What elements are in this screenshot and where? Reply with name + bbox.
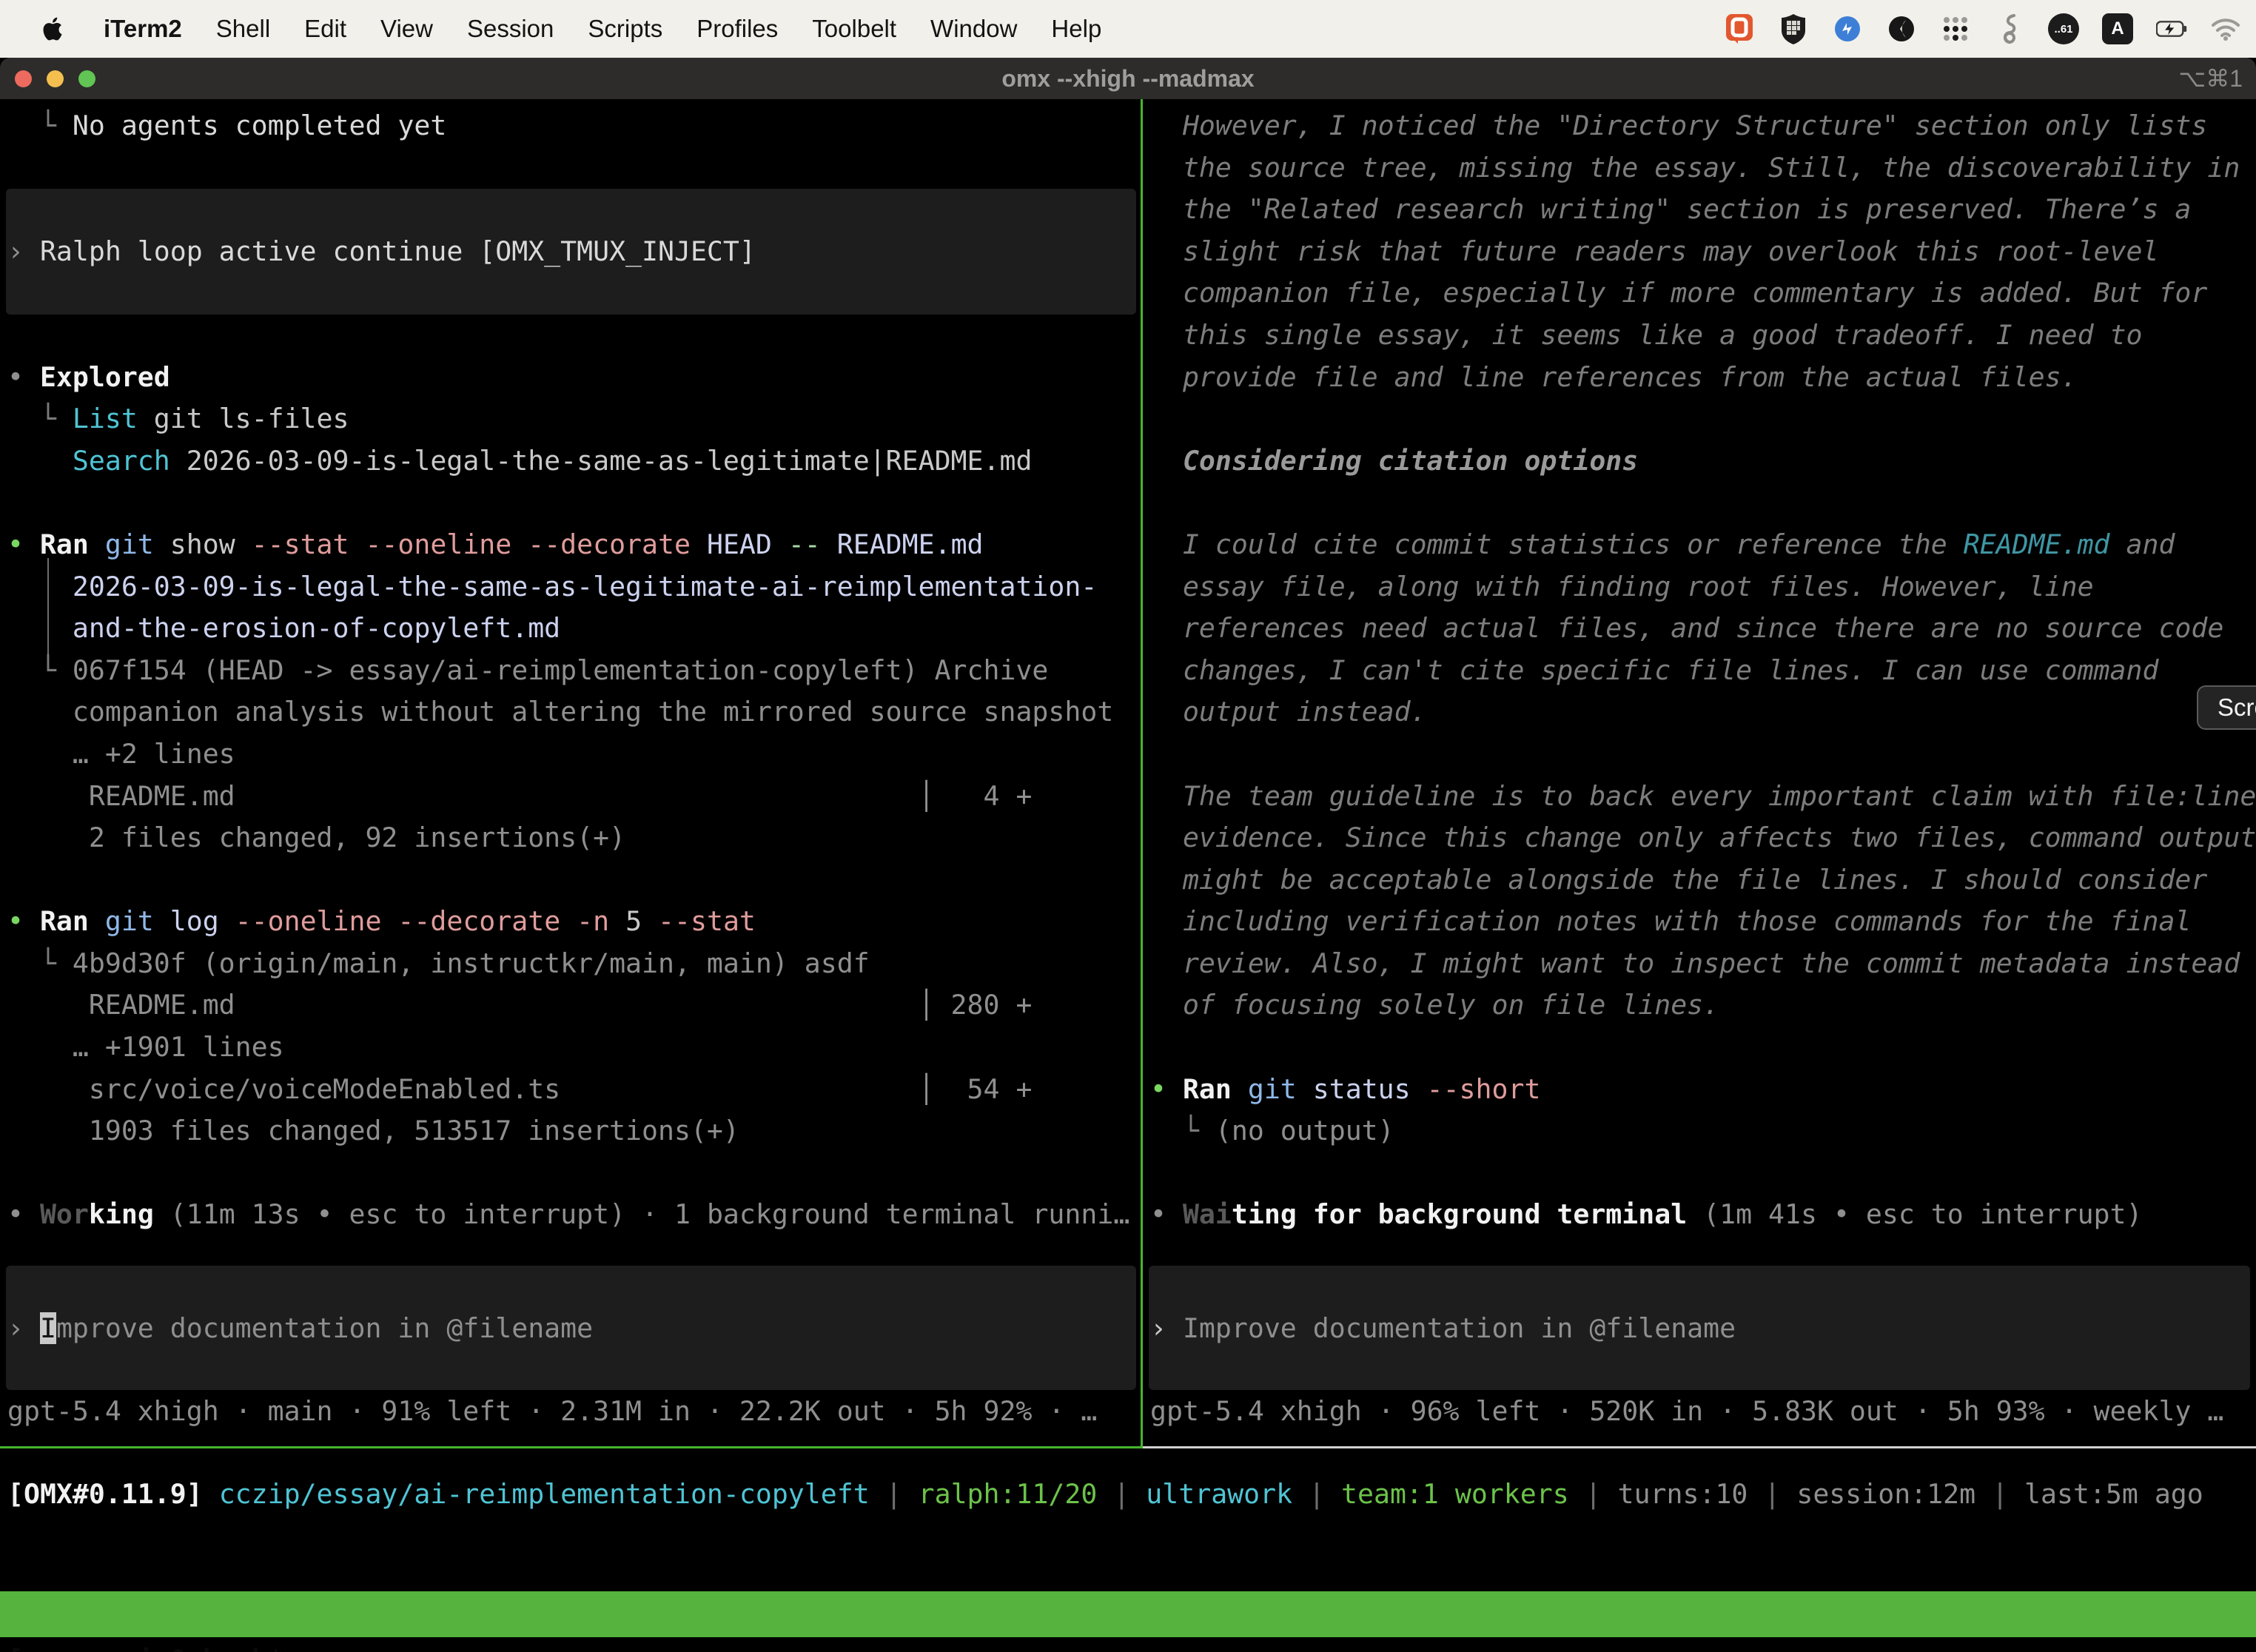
left-terminal-pane[interactable]: └ No agents completed yet › Ralph loop a… — [0, 99, 1140, 1236]
camera-count-badge[interactable]: ..61 — [2048, 13, 2079, 44]
terminal-line — [0, 859, 1140, 901]
terminal-line: Search 2026-03-09-is-legal-the-same-as-l… — [0, 440, 1140, 483]
reasoning-line: output instead. — [1143, 691, 2256, 733]
menu-items: iTerm2 Shell Edit View Session Scripts P… — [0, 13, 1101, 44]
screen-overlay-chip[interactable]: Scre — [2197, 685, 2256, 730]
terminal-line: … +2 lines — [0, 733, 1140, 776]
terminal-line: src/voice/voiceModeEnabled.ts │ 54 + — [0, 1069, 1140, 1111]
terminal-line — [0, 315, 1140, 357]
terminal-line: and-the-erosion-of-copyleft.md — [0, 608, 1140, 650]
tmux-session-label[interactable]: [omx-cczip0:bash* — [7, 1637, 284, 1652]
battery-icon[interactable] — [2156, 13, 2187, 44]
reasoning-line: of focusing solely on file lines. — [1143, 984, 2256, 1027]
terminal-line — [0, 1152, 1140, 1195]
terminal-line: README.md │ 4 + — [0, 776, 1140, 818]
working-spinner-line: • Working (11m 13s • esc to interrupt) ·… — [0, 1194, 1140, 1236]
ralph-loop-status-line: › Ralph loop active continue [OMX_TMUX_I… — [0, 231, 1140, 273]
terminal-line — [1143, 482, 2256, 524]
menu-item-shell[interactable]: Shell — [216, 15, 270, 43]
reasoning-line: The team guideline is to back every impo… — [1143, 776, 2256, 818]
input-source-badge[interactable]: A — [2102, 13, 2133, 44]
apple-icon[interactable] — [38, 13, 70, 44]
terminal-line: … +1901 lines — [0, 1027, 1140, 1069]
terminal-line: └ List git ls-files — [0, 398, 1140, 440]
reasoning-line: references need actual files, and since … — [1143, 608, 2256, 650]
terminal-line — [1143, 1027, 2256, 1069]
terminal-line — [1143, 398, 2256, 440]
terminal-line: └ 067f154 (HEAD -> essay/ai-reimplementa… — [0, 650, 1140, 692]
terminal-line: └ (no output) — [1143, 1110, 2256, 1152]
menu-item-view[interactable]: View — [380, 15, 433, 43]
terminal-line — [0, 272, 1140, 315]
menu-item-app[interactable]: iTerm2 — [104, 15, 182, 43]
left-prompt-input[interactable]: › Improve documentation in @filename — [7, 1308, 593, 1350]
right-terminal-pane[interactable]: However, I noticed the "Directory Struct… — [1143, 99, 2256, 1236]
reasoning-heading: Considering citation options — [1143, 440, 2256, 483]
terminal-line — [0, 482, 1140, 524]
reasoning-line: slight risk that future readers may over… — [1143, 231, 2256, 273]
window-shortcut-badge: ⌥⌘1 — [2178, 64, 2243, 93]
omx-status-bar: [OMX#0.11.9] cczip/essay/ai-reimplementa… — [7, 1474, 2203, 1516]
reasoning-line: changes, I can't cite specific file line… — [1143, 650, 2256, 692]
shield-grid-icon[interactable] — [1778, 13, 1809, 44]
waiting-spinner-line: • Waiting for background terminal (1m 41… — [1143, 1194, 2256, 1236]
terminal-line — [0, 189, 1140, 231]
terminal-line: README.md │ 280 + — [0, 984, 1140, 1027]
blue-badge-icon[interactable] — [1832, 13, 1863, 44]
menu-status-icons: ..61 A — [1724, 13, 2256, 44]
terminal-line — [1143, 1152, 2256, 1195]
reasoning-line: the "Related research writing" section i… — [1143, 189, 2256, 231]
right-session-status: gpt-5.4 xhigh · 96% left · 520K in · 5.8… — [1150, 1391, 2223, 1433]
wifi-icon[interactable] — [2210, 13, 2241, 44]
menu-item-scripts[interactable]: Scripts — [588, 15, 662, 43]
terminal-line — [1143, 733, 2256, 776]
explored-header-line: • Explored — [0, 357, 1140, 399]
window-title-bar: omx --xhigh --madmax ⌥⌘1 — [0, 58, 2256, 99]
menu-bar: iTerm2 Shell Edit View Session Scripts P… — [0, 0, 2256, 58]
ran-git-show-line: • Ran git show --stat --oneline --decora… — [0, 524, 1140, 566]
reasoning-line: essay file, along with finding root file… — [1143, 566, 2256, 608]
terminal-line: companion analysis without altering the … — [0, 691, 1140, 733]
screen: iTerm2 Shell Edit View Session Scripts P… — [0, 0, 2256, 1652]
hook-squiggle-icon[interactable] — [1994, 13, 2025, 44]
terminal-line: 2 files changed, 92 insertions(+) — [0, 817, 1140, 859]
menu-item-toolbelt[interactable]: Toolbelt — [812, 15, 896, 43]
terminal-line: 1903 files changed, 513517 insertions(+) — [0, 1110, 1140, 1152]
reasoning-line: I could cite commit statistics or refere… — [1143, 524, 2256, 566]
reasoning-line: evidence. Since this change only affects… — [1143, 817, 2256, 859]
menu-item-window[interactable]: Window — [930, 15, 1017, 43]
menu-item-edit[interactable]: Edit — [304, 15, 346, 43]
reasoning-line: the source tree, missing the essay. Stil… — [1143, 147, 2256, 189]
reasoning-line: this single essay, it seems like a good … — [1143, 315, 2256, 357]
terminal-line: 2026-03-09-is-legal-the-same-as-legitima… — [0, 566, 1140, 608]
reasoning-line: review. Also, I might want to inspect th… — [1143, 943, 2256, 985]
menu-item-session[interactable]: Session — [467, 15, 554, 43]
right-prompt-input[interactable]: › Improve documentation in @filename — [1150, 1308, 1736, 1350]
left-session-status: gpt-5.4 xhigh · main · 91% left · 2.31M … — [7, 1391, 1097, 1433]
reasoning-line: However, I noticed the "Directory Struct… — [1143, 105, 2256, 147]
pane-divider[interactable] — [1141, 99, 1143, 1446]
ran-git-status-line: • Ran git status --short — [1143, 1069, 2256, 1111]
right-pane-bottom-border — [1143, 1446, 2256, 1448]
chat-app-icon[interactable] — [1724, 13, 1755, 44]
tmux-status-bar: [omx-cczip0:bash* "MacBook-Pro-44.local"… — [0, 1591, 2256, 1637]
left-pane-bottom-border — [0, 1446, 1143, 1448]
reasoning-line: might be acceptable alongside the file l… — [1143, 859, 2256, 901]
menu-item-help[interactable]: Help — [1051, 15, 1101, 43]
dark-disc-icon[interactable] — [1886, 13, 1917, 44]
dots-grid-icon[interactable] — [1940, 13, 1971, 44]
menu-item-profiles[interactable]: Profiles — [696, 15, 778, 43]
ran-git-log-line: • Ran git log --oneline --decorate -n 5 … — [0, 901, 1140, 943]
reasoning-line: including verification notes with those … — [1143, 901, 2256, 943]
reasoning-line: provide file and line references from th… — [1143, 357, 2256, 399]
window-title: omx --xhigh --madmax — [0, 65, 2256, 93]
reasoning-line: companion file, especially if more comme… — [1143, 272, 2256, 315]
terminal-line: └ 4b9d30f (origin/main, instructkr/main,… — [0, 943, 1140, 985]
terminal-line — [0, 147, 1140, 189]
screen-overlay-label: Scre — [2218, 694, 2256, 722]
terminal-line: └ No agents completed yet — [0, 105, 1140, 147]
